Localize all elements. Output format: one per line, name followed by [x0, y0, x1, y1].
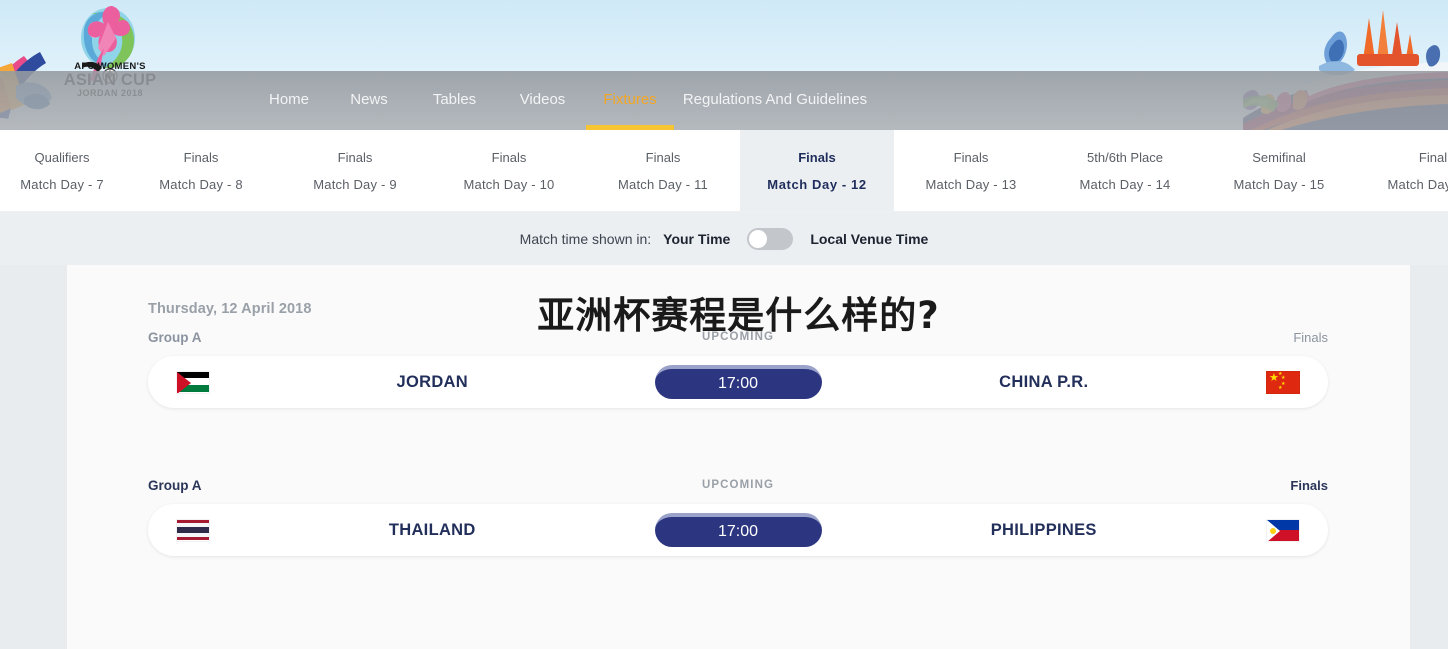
- match-stage-label: Finals: [1290, 478, 1328, 493]
- nav-label-fixtures: Fixtures: [603, 91, 657, 108]
- thailand-flag-icon: [176, 518, 210, 542]
- match-kickoff-time-button[interactable]: 17:00: [654, 513, 822, 547]
- tab-stage-label: Finals: [491, 150, 527, 165]
- tab-stage-label: Finals: [798, 150, 836, 165]
- local-venue-time-label[interactable]: Local Venue Time: [810, 231, 928, 247]
- nav-item-videos[interactable]: Videos: [500, 71, 585, 130]
- nav-item-regulations-and-guidelines[interactable]: Regulations And Guidelines: [675, 71, 875, 130]
- tab-match-day-11[interactable]: Finals Match Day - 11: [586, 130, 740, 211]
- away-team-name: PHILIPPINES: [990, 520, 1097, 539]
- match-row-1: Group A UPCOMING Finals JORDAN 17:00 CHI…: [67, 330, 1410, 408]
- tab-day-label: Match Day - 10: [463, 177, 555, 192]
- toggle-knob: [749, 229, 768, 248]
- time-mode-toggle[interactable]: [747, 227, 794, 250]
- match-time-shown-in-label: Match time shown in:: [519, 230, 652, 247]
- nav-label-videos: Videos: [519, 91, 566, 108]
- match-kickoff-time-button[interactable]: 17:00: [654, 365, 822, 399]
- fixtures-content: Thursday, 12 April 2018 亚洲杯赛程是什么样的? Grou…: [0, 265, 1448, 649]
- tab-day-label: Match Day - 7: [20, 177, 104, 192]
- your-time-label[interactable]: Your Time: [663, 231, 730, 247]
- tab-match-day-10[interactable]: Finals Match Day - 10: [432, 130, 586, 211]
- home-team-name: THAILAND: [388, 520, 476, 539]
- nav-item-news[interactable]: News: [329, 71, 409, 130]
- site-header: AFC WOMEN'S ASIAN CUP JORDAN 2018 Home N…: [0, 0, 1448, 130]
- nav-label-regulations: Regulations And Guidelines: [682, 91, 868, 108]
- match-card[interactable]: JORDAN 17:00 CHINA P.R. ★ ★ ★ ★ ★: [148, 356, 1328, 408]
- tab-stage-label: Qualifiers: [34, 150, 90, 165]
- fixtures-panel: Thursday, 12 April 2018 亚洲杯赛程是什么样的? Grou…: [67, 265, 1410, 649]
- tab-stage-label: Finals: [337, 150, 373, 165]
- tab-match-day-13[interactable]: Finals Match Day - 13: [894, 130, 1048, 211]
- chinese-question-overlay: 亚洲杯赛程是什么样的?: [537, 294, 940, 337]
- tab-match-day-8[interactable]: Finals Match Day - 8: [124, 130, 278, 211]
- nav-label-news: News: [350, 91, 388, 108]
- home-team-name: JORDAN: [396, 372, 468, 391]
- nav-item-tables[interactable]: Tables: [409, 71, 500, 130]
- tab-match-day-7[interactable]: Qualifiers Match Day - 7: [0, 130, 124, 211]
- nav-item-home[interactable]: Home: [249, 71, 329, 130]
- match-row-2: Group A UPCOMING Finals THAILAND 17:00 P…: [67, 478, 1410, 556]
- nav-item-fixtures[interactable]: Fixtures: [585, 71, 675, 130]
- away-team-name: CHINA P.R.: [999, 372, 1089, 391]
- main-navigation: Home News Tables Videos Fixtures Regulat…: [0, 71, 1448, 130]
- match-day-tab-strip[interactable]: Qualifiers Match Day - 7 Finals Match Da…: [0, 130, 1448, 212]
- tab-stage-label: 5th/6th Place: [1087, 150, 1163, 165]
- tab-stage-label: Final: [1418, 150, 1448, 165]
- nav-label-home: Home: [268, 91, 309, 108]
- tab-day-label: Match Day - 16: [1387, 177, 1448, 192]
- tab-day-label: Match Day - 14: [1079, 177, 1171, 192]
- tab-stage-label: Finals: [645, 150, 681, 165]
- tab-match-day-15[interactable]: Semifinal Match Day - 15: [1202, 130, 1356, 211]
- tab-stage-label: Finals: [953, 150, 989, 165]
- jordan-flag-icon: [176, 370, 210, 394]
- match-status-label: UPCOMING: [701, 479, 775, 491]
- tab-day-label: Match Day - 12: [767, 177, 867, 192]
- match-meta-2: Group A UPCOMING Finals: [148, 478, 1328, 504]
- china-flag-icon: ★ ★ ★ ★ ★: [1266, 370, 1300, 394]
- tab-day-label: Match Day - 9: [313, 177, 397, 192]
- match-time-toggle-bar: Match time shown in: Your Time Local Ven…: [0, 212, 1448, 265]
- tab-day-label: Match Day - 11: [618, 177, 708, 192]
- tab-stage-label: Semifinal: [1252, 150, 1306, 165]
- tab-day-label: Match Day - 15: [1233, 177, 1325, 192]
- tab-match-day-16[interactable]: Final Match Day - 16: [1356, 130, 1448, 211]
- tab-match-day-12[interactable]: Finals Match Day - 12: [740, 130, 894, 211]
- nav-label-tables: Tables: [432, 91, 477, 108]
- tab-day-label: Match Day - 8: [159, 177, 243, 192]
- tab-match-day-14[interactable]: 5th/6th Place Match Day - 14: [1048, 130, 1202, 211]
- tab-day-label: Match Day - 13: [925, 177, 1017, 192]
- philippines-flag-icon: [1266, 518, 1300, 542]
- match-card[interactable]: THAILAND 17:00 PHILIPPINES: [148, 504, 1328, 556]
- tab-match-day-9[interactable]: Finals Match Day - 9: [278, 130, 432, 211]
- tab-stage-label: Finals: [183, 150, 219, 165]
